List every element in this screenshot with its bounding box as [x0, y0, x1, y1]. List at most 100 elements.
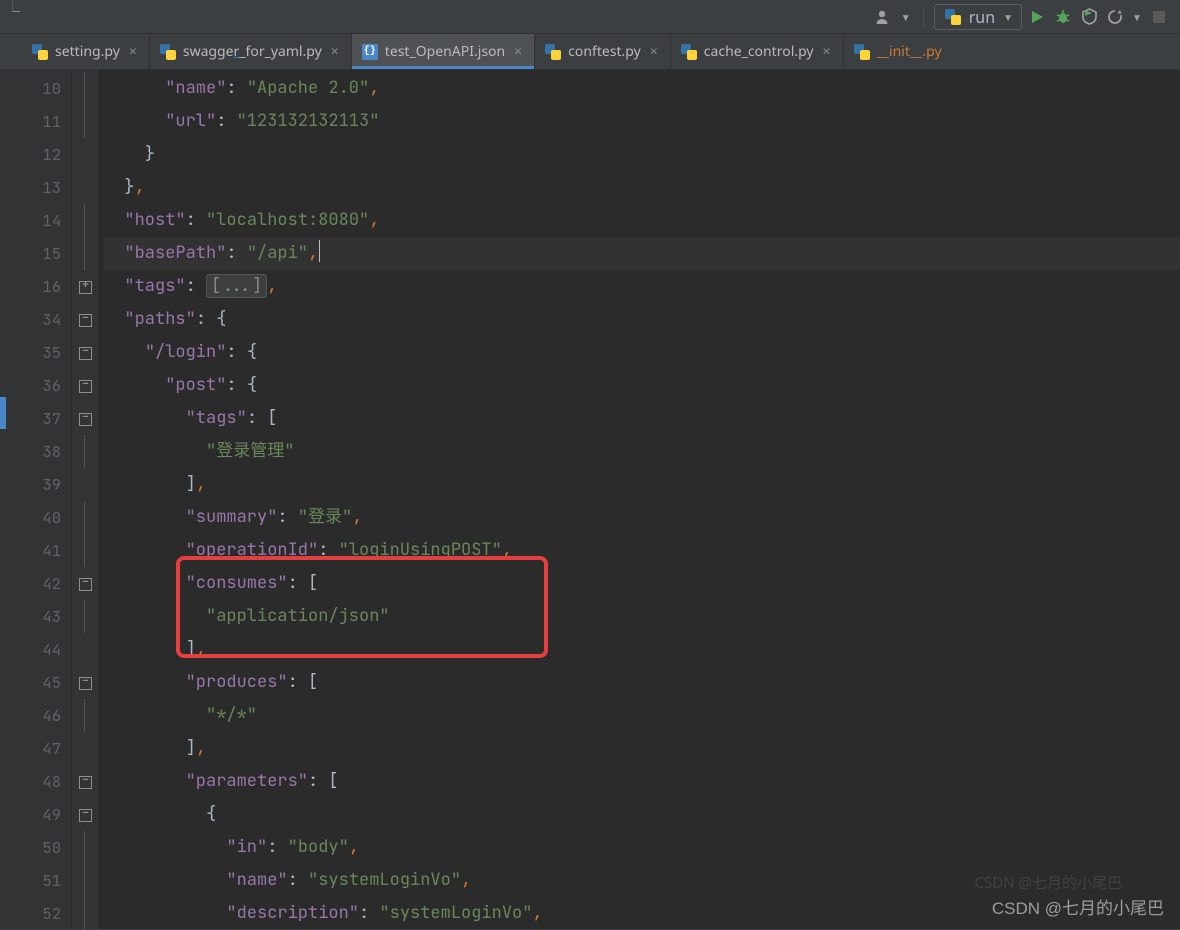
fold-collapse-icon[interactable]	[72, 666, 97, 699]
line-number: 34	[10, 303, 61, 336]
python-icon	[32, 44, 48, 60]
line-number: 43	[10, 600, 61, 633]
fold-expand-icon[interactable]	[72, 270, 97, 303]
line-number: 42	[10, 567, 61, 600]
fold-collapse-icon[interactable]	[72, 798, 97, 831]
watermark: CSDN @七月的小尾巴	[992, 894, 1164, 919]
line-number: 37	[10, 402, 61, 435]
line-number: 51	[10, 864, 61, 897]
tab-label: conftest.py	[568, 42, 641, 61]
python-icon	[945, 9, 961, 25]
user-add-icon[interactable]	[873, 6, 895, 28]
fold-column	[72, 70, 98, 929]
fold-guide	[72, 897, 97, 930]
python-icon	[854, 44, 870, 60]
fold-guide	[72, 534, 97, 567]
tab-setting-py[interactable]: setting.py ×	[22, 34, 150, 69]
line-number: 38	[10, 435, 61, 468]
close-icon[interactable]: ×	[329, 45, 341, 59]
line-number: 10	[10, 72, 61, 105]
update-icon[interactable]	[1104, 6, 1126, 28]
fold-guide	[72, 501, 97, 534]
line-number: 35	[10, 336, 61, 369]
line-number-gutter: 10 11 12 13 14 15 16 34 35 36 37 38 39 4…	[10, 70, 72, 929]
line-number: 44	[10, 633, 61, 666]
tab-test-openapi-json[interactable]: test_OpenAPI.json ×	[352, 34, 535, 69]
line-number: 36	[10, 369, 61, 402]
fold-collapse-icon[interactable]	[72, 567, 97, 600]
line-number: 40	[10, 501, 61, 534]
watermark-faint: CSDN @七月的小尾巴	[975, 872, 1122, 893]
line-number: 11	[10, 105, 61, 138]
line-number: 52	[10, 897, 61, 930]
tab-swagger-for-yaml-py[interactable]: swagger_for_yaml.py ×	[150, 34, 352, 69]
fold-end-icon[interactable]	[72, 633, 97, 666]
run-config-dropdown[interactable]: run ▼	[934, 4, 1022, 30]
close-icon[interactable]: ×	[648, 45, 660, 59]
code-area[interactable]: "name": "Apache 2.0", "url": "1231321321…	[98, 70, 1180, 929]
fold-end-icon[interactable]	[72, 138, 97, 171]
fold-guide	[72, 72, 97, 105]
caret	[319, 240, 320, 262]
fold-collapse-icon[interactable]	[72, 369, 97, 402]
tab-cache-control-py[interactable]: cache_control.py ×	[671, 34, 844, 69]
line-number: 13	[10, 171, 61, 204]
tab-label: swagger_for_yaml.py	[183, 42, 322, 61]
fold-collapse-icon[interactable]	[72, 402, 97, 435]
fold-guide	[72, 699, 97, 732]
fold-guide	[72, 105, 97, 138]
tab-label: setting.py	[55, 42, 120, 61]
line-number: 50	[10, 831, 61, 864]
fold-collapse-icon[interactable]	[72, 303, 97, 336]
line-number: 48	[10, 765, 61, 798]
fold-guide	[72, 237, 97, 270]
line-number: 39	[10, 468, 61, 501]
fold-end-icon[interactable]	[72, 732, 97, 765]
fold-collapse-icon[interactable]	[72, 336, 97, 369]
code-editor[interactable]: 10 11 12 13 14 15 16 34 35 36 37 38 39 4…	[0, 70, 1180, 929]
python-icon	[681, 44, 697, 60]
marker-strip	[0, 70, 10, 929]
change-marker	[0, 397, 6, 429]
coverage-icon[interactable]	[1078, 6, 1100, 28]
fold-guide	[72, 864, 97, 897]
line-number: 47	[10, 732, 61, 765]
toolbar-separator	[923, 7, 924, 27]
main-toolbar: ▼ run ▼ ▼	[0, 0, 1180, 34]
fold-guide	[72, 831, 97, 864]
tab-label: test_OpenAPI.json	[385, 42, 505, 61]
line-number: 12	[10, 138, 61, 171]
stop-icon	[1148, 6, 1170, 28]
line-number: 45	[10, 666, 61, 699]
fold-guide	[72, 435, 97, 468]
fold-collapse-icon[interactable]	[72, 765, 97, 798]
fold-guide	[72, 600, 97, 633]
folded-region[interactable]: [...]	[206, 274, 267, 298]
python-icon	[160, 44, 176, 60]
python-icon	[545, 44, 561, 60]
json-icon	[362, 44, 378, 60]
line-number: 46	[10, 699, 61, 732]
run-icon[interactable]	[1026, 6, 1048, 28]
chevron-down-icon[interactable]: ▼	[899, 6, 913, 28]
fold-end-icon[interactable]	[72, 171, 97, 204]
close-icon[interactable]: ×	[127, 45, 139, 59]
line-number: 49	[10, 798, 61, 831]
line-number: 41	[10, 534, 61, 567]
tab-conftest-py[interactable]: conftest.py ×	[535, 34, 671, 69]
close-icon[interactable]: ×	[821, 45, 833, 59]
line-number: 16	[10, 270, 61, 303]
fold-guide	[72, 204, 97, 237]
tab-label: __init__.py	[877, 42, 942, 61]
debug-icon[interactable]	[1052, 6, 1074, 28]
editor-tabs: setting.py × swagger_for_yaml.py × test_…	[0, 34, 1180, 70]
fold-end-icon[interactable]	[72, 468, 97, 501]
run-config-label: run	[969, 6, 995, 28]
line-number: 15	[10, 237, 61, 270]
line-number: 14	[10, 204, 61, 237]
close-icon[interactable]: ×	[512, 45, 524, 59]
tab-init-py[interactable]: __init__.py	[844, 34, 952, 69]
chevron-down-icon: ▼	[1003, 10, 1013, 24]
chevron-down-icon[interactable]: ▼	[1130, 6, 1144, 28]
tab-label: cache_control.py	[704, 42, 814, 61]
